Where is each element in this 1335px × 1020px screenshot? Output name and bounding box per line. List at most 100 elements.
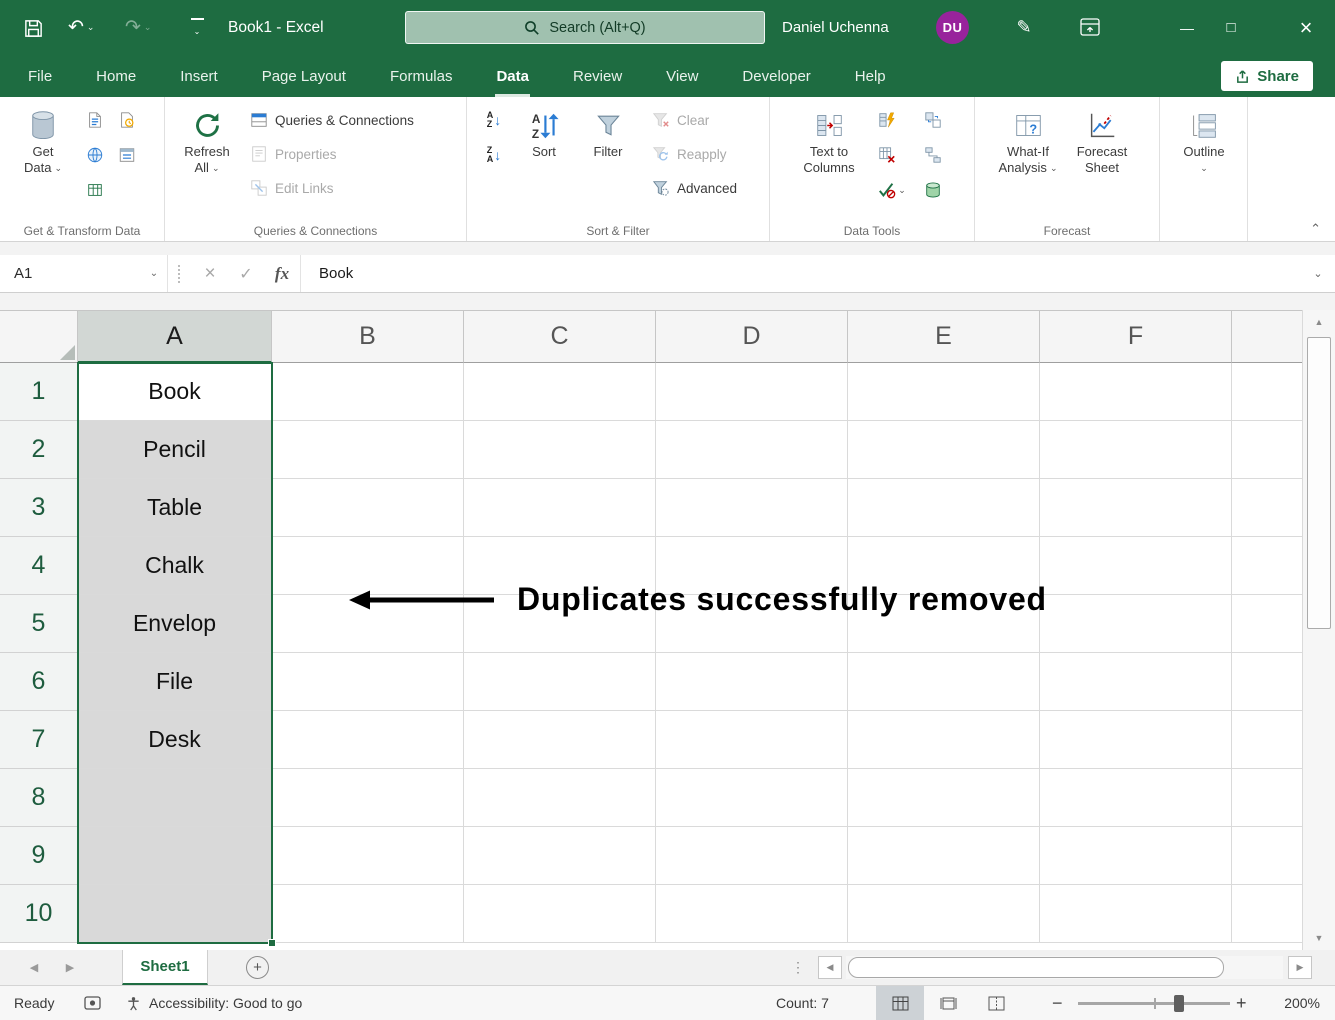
cell-A7[interactable]: Desk	[78, 711, 272, 769]
cell-F6[interactable]	[1040, 653, 1232, 711]
cancel-button[interactable]: ×	[192, 255, 228, 292]
hscroll-left-button[interactable]: ◀	[818, 956, 842, 979]
cell-C3[interactable]	[464, 479, 656, 537]
row-header-7[interactable]: 7	[0, 711, 78, 769]
cell-E6[interactable]	[848, 653, 1040, 711]
zoom-slider[interactable]	[1078, 1002, 1230, 1005]
cell-C9[interactable]	[464, 827, 656, 885]
new-sheet-button[interactable]: +	[246, 956, 269, 979]
row-header-3[interactable]: 3	[0, 479, 78, 537]
cell-B3[interactable]	[272, 479, 464, 537]
page-layout-view-button[interactable]	[924, 986, 972, 1020]
cell-F7[interactable]	[1040, 711, 1232, 769]
share-button[interactable]: Share	[1221, 61, 1313, 91]
redo-button[interactable]: ↷⌄	[125, 13, 151, 41]
column-header-D[interactable]: D	[656, 311, 848, 363]
row-header-4[interactable]: 4	[0, 537, 78, 595]
maximize-button[interactable]: □	[1209, 0, 1253, 55]
cell-F5[interactable]	[1040, 595, 1232, 653]
row-header-1[interactable]: 1	[0, 363, 78, 421]
cell-E1[interactable]	[848, 363, 1040, 421]
hscroll-right-button[interactable]: ▶	[1288, 956, 1312, 979]
cell-F9[interactable]	[1040, 827, 1232, 885]
formula-input[interactable]: Book	[300, 255, 1301, 292]
cell-B6[interactable]	[272, 653, 464, 711]
sort-descending-button[interactable]: ZA ↓	[481, 142, 507, 168]
vertical-scrollbar[interactable]: ▲ ▼	[1302, 310, 1335, 950]
remove-duplicates-button[interactable]	[874, 142, 900, 168]
zoom-out-button[interactable]: −	[1052, 986, 1063, 1020]
macro-record-button[interactable]	[84, 986, 101, 1020]
column-header-E[interactable]: E	[848, 311, 1040, 363]
text-to-columns-button[interactable]: Text to Columns	[796, 103, 862, 211]
cell-E10[interactable]	[848, 885, 1040, 943]
name-box[interactable]: A1	[0, 265, 141, 282]
column-header-F[interactable]: F	[1040, 311, 1232, 363]
get-data-button[interactable]: Get Data⌄	[14, 103, 72, 211]
accessibility-status[interactable]: Accessibility: Good to go	[126, 986, 302, 1020]
row-header-9[interactable]: 9	[0, 827, 78, 885]
queries-connections-button[interactable]: Queries & Connections	[243, 103, 421, 137]
cell-B2[interactable]	[272, 421, 464, 479]
cell-F8[interactable]	[1040, 769, 1232, 827]
consolidate-button[interactable]	[920, 107, 946, 133]
inking-button[interactable]: ✎	[1010, 14, 1038, 40]
advanced-filter-button[interactable]: Advanced	[645, 171, 744, 205]
horizontal-scrollbar-thumb[interactable]	[848, 957, 1224, 978]
cell-E9[interactable]	[848, 827, 1040, 885]
vertical-scrollbar-thumb[interactable]	[1307, 337, 1331, 629]
cell-A10[interactable]	[78, 885, 272, 943]
cell-B7[interactable]	[272, 711, 464, 769]
from-web-button[interactable]	[82, 142, 108, 168]
cell-D8[interactable]	[656, 769, 848, 827]
count-indicator[interactable]: Count: 7	[776, 986, 829, 1020]
tab-developer[interactable]: Developer	[720, 55, 832, 97]
customize-quick-access-button[interactable]: ⌄	[188, 18, 206, 39]
tab-review[interactable]: Review	[551, 55, 644, 97]
row-header-8[interactable]: 8	[0, 769, 78, 827]
properties-button[interactable]: Properties	[243, 137, 421, 171]
collapse-ribbon-button[interactable]: ⌃	[1310, 221, 1321, 237]
refresh-all-button[interactable]: Refresh All⌄	[175, 103, 239, 211]
sheet-tab-sheet1[interactable]: Sheet1	[122, 950, 208, 985]
cell-E7[interactable]	[848, 711, 1040, 769]
row-header-5[interactable]: 5	[0, 595, 78, 653]
tab-insert[interactable]: Insert	[158, 55, 240, 97]
cell-A5[interactable]: Envelop	[78, 595, 272, 653]
relationships-button[interactable]	[920, 142, 946, 168]
select-all-corner[interactable]	[0, 311, 78, 363]
zoom-in-button[interactable]: +	[1236, 986, 1247, 1020]
sheet-nav-prev-button[interactable]: ◀	[22, 950, 46, 985]
normal-view-button[interactable]	[876, 986, 924, 1020]
scroll-down-button[interactable]: ▼	[1303, 926, 1335, 950]
recent-sources-button[interactable]	[114, 107, 140, 133]
cell-A1[interactable]: Book	[78, 363, 272, 421]
cell-F3[interactable]	[1040, 479, 1232, 537]
cell-D6[interactable]	[656, 653, 848, 711]
sheet-nav-next-button[interactable]: ▶	[58, 950, 82, 985]
cell-D2[interactable]	[656, 421, 848, 479]
tab-splitter-handle[interactable]: ⋮	[790, 950, 806, 985]
from-text-csv-button[interactable]	[82, 107, 108, 133]
cell-B1[interactable]	[272, 363, 464, 421]
ribbon-display-options-button[interactable]	[1076, 18, 1104, 36]
avatar[interactable]: DU	[936, 11, 969, 44]
sort-ascending-button[interactable]: AZ ↓	[481, 107, 507, 133]
tab-help[interactable]: Help	[833, 55, 908, 97]
search-box[interactable]: Search (Alt+Q)	[405, 11, 765, 44]
flash-fill-button[interactable]	[874, 107, 900, 133]
tab-home[interactable]: Home	[74, 55, 158, 97]
row-header-2[interactable]: 2	[0, 421, 78, 479]
expand-formula-bar-button[interactable]: ⌄	[1301, 267, 1335, 280]
what-if-analysis-button[interactable]: ? What-If Analysis⌄	[991, 103, 1065, 211]
zoom-level[interactable]: 200%	[1256, 986, 1320, 1020]
forecast-sheet-button[interactable]: Forecast Sheet	[1067, 103, 1137, 211]
page-break-preview-button[interactable]	[972, 986, 1020, 1020]
cell-C10[interactable]	[464, 885, 656, 943]
sort-button[interactable]: AZ Sort	[515, 103, 573, 211]
tab-file[interactable]: File	[6, 55, 74, 97]
cell-C1[interactable]	[464, 363, 656, 421]
data-validation-button[interactable]: ⌄	[874, 177, 910, 203]
formula-bar-handle[interactable]	[178, 265, 182, 283]
column-header-C[interactable]: C	[464, 311, 656, 363]
